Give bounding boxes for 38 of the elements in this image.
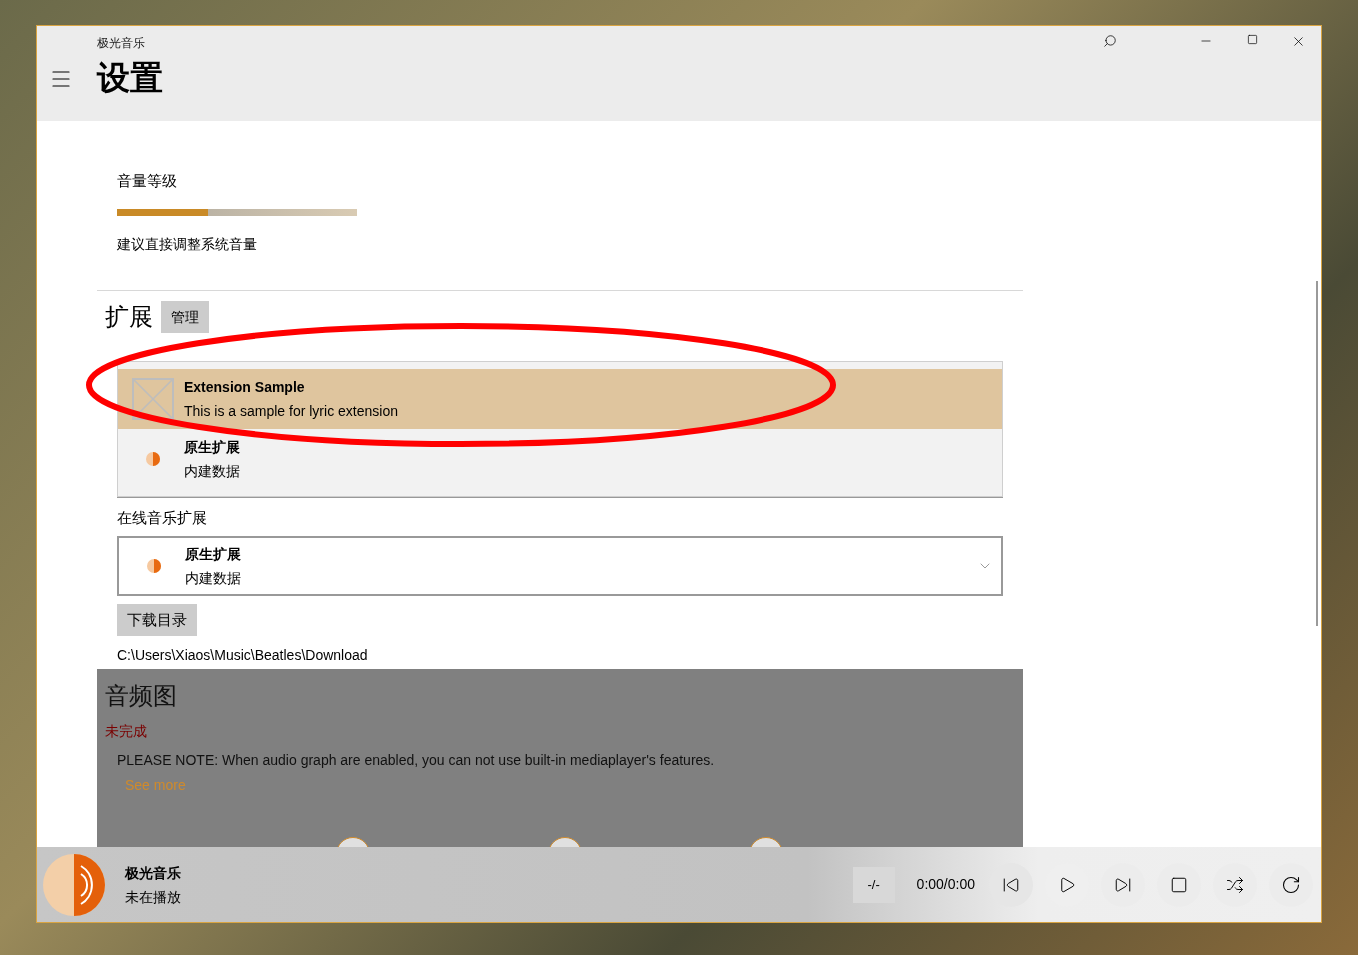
search-icon xyxy=(1103,34,1117,48)
track-title: 极光音乐 xyxy=(125,863,181,883)
time-display: 0:00/0:00 xyxy=(916,875,975,894)
previous-icon xyxy=(1002,875,1020,894)
stop-icon xyxy=(1170,875,1188,894)
volume-slider[interactable] xyxy=(117,209,357,216)
extension-icon xyxy=(145,451,161,467)
volume-hint: 建议直接调整系统音量 xyxy=(117,235,258,254)
note-text: PLEASE NOTE: When audio graph are enabled, you can not use built-in mediaplayer's features. xyxy=(117,751,715,770)
playback-rate-button[interactable]: -/- xyxy=(852,866,895,903)
option-name: Extension Sample xyxy=(184,378,306,397)
download-folder-button[interactable]: 下载目录 xyxy=(117,604,197,636)
option-name: 原生扩展 xyxy=(184,438,240,457)
online-extension-label: 在线音乐扩展 xyxy=(117,508,208,528)
album-art-icon xyxy=(41,851,107,918)
volume-label: 音量等级 xyxy=(117,171,178,191)
app-name: 极光音乐 xyxy=(97,35,146,52)
repeat-icon xyxy=(1281,874,1301,895)
scrollbar[interactable] xyxy=(1316,281,1318,626)
option-description: 内建数据 xyxy=(185,569,242,588)
extensions-heading: 扩展 xyxy=(105,302,153,332)
track-status: 未在播放 xyxy=(125,887,181,907)
manage-button[interactable]: 管理 xyxy=(161,301,209,333)
extension-icon xyxy=(146,558,162,574)
maximize-icon xyxy=(1246,34,1258,45)
image-placeholder-icon xyxy=(132,378,174,420)
play-icon xyxy=(1058,875,1076,894)
option-description: 内建数据 xyxy=(184,462,240,481)
next-icon xyxy=(1114,875,1132,894)
download-path: C:\Users\Xiaos\Music\Beatles\Download xyxy=(117,646,369,665)
page-title: 设置 xyxy=(97,58,163,98)
shuffle-icon xyxy=(1226,875,1244,894)
audio-graph-heading: 音频图 xyxy=(105,681,177,711)
online-extension-dropdown[interactable]: 原生扩展 内建数据 xyxy=(117,536,1003,596)
option-description: This is a sample for lyric extension xyxy=(184,402,398,421)
option-name: 原生扩展 xyxy=(185,545,242,564)
status-text: 未完成 xyxy=(105,722,147,741)
dropdown-option[interactable]: Extension Sample This is a sample for lyric extension xyxy=(118,369,1002,429)
